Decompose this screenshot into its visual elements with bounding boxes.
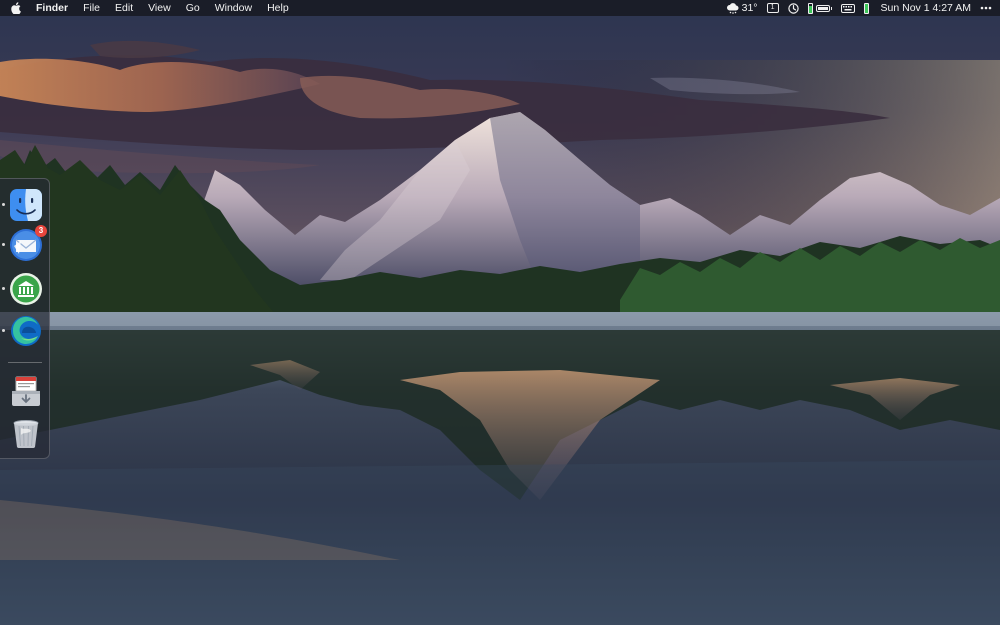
battery-status[interactable] bbox=[807, 0, 832, 16]
battery-vertical-icon bbox=[807, 2, 813, 14]
finder-icon bbox=[10, 189, 42, 221]
weather-temperature: 31° bbox=[741, 2, 758, 14]
menu-bar-status: 31° 1 Sun Nov 1 4:27 AM bbox=[717, 0, 992, 16]
running-indicator bbox=[2, 287, 5, 290]
dock-item-downloads[interactable] bbox=[9, 374, 43, 408]
dock-item-edge[interactable] bbox=[2, 314, 43, 348]
focus-status[interactable] bbox=[787, 0, 799, 16]
dock-item-bank[interactable] bbox=[2, 272, 43, 306]
apple-logo-icon[interactable] bbox=[10, 2, 21, 14]
battery-icon-1 bbox=[815, 4, 832, 12]
dock-item-trash[interactable] bbox=[9, 416, 43, 450]
cloud-snow-icon bbox=[726, 2, 739, 14]
menu-edit[interactable]: Edit bbox=[115, 0, 133, 16]
edge-icon bbox=[11, 316, 41, 346]
bank-icon bbox=[10, 273, 42, 305]
battery-green-icon bbox=[863, 2, 869, 14]
menu-app-name[interactable]: Finder bbox=[36, 0, 68, 16]
menu-bar: Finder File Edit View Go Window Help 31°… bbox=[0, 0, 1000, 16]
weather-status[interactable]: 31° bbox=[726, 0, 758, 16]
trash-icon bbox=[13, 420, 39, 449]
running-indicator bbox=[2, 203, 5, 206]
desktop[interactable]: Finder File Edit View Go Window Help 31°… bbox=[0, 0, 1000, 625]
ellipsis-icon[interactable] bbox=[980, 0, 992, 16]
menu-window[interactable]: Window bbox=[215, 0, 252, 16]
mail-badge: 3 bbox=[35, 225, 47, 237]
running-indicator bbox=[2, 329, 5, 332]
circle-status-icon bbox=[787, 2, 799, 14]
dock-item-mail[interactable]: 3 bbox=[2, 225, 47, 262]
menu-file[interactable]: File bbox=[83, 0, 100, 16]
dock: 3 bbox=[0, 178, 50, 459]
downloads-stack-icon bbox=[12, 376, 40, 406]
menu-clock[interactable]: Sun Nov 1 4:27 AM bbox=[881, 0, 971, 16]
input-badge: 1 bbox=[766, 3, 779, 13]
dock-item-finder[interactable] bbox=[2, 188, 43, 222]
running-indicator bbox=[2, 243, 5, 246]
desktop-wallpaper bbox=[0, 0, 1000, 625]
menu-bar-left: Finder File Edit View Go Window Help bbox=[10, 0, 717, 16]
keyboard-status[interactable] bbox=[840, 0, 855, 16]
dock-separator bbox=[8, 362, 42, 363]
input-menu[interactable]: 1 bbox=[766, 0, 779, 16]
menu-view[interactable]: View bbox=[148, 0, 171, 16]
battery-status-2[interactable] bbox=[863, 0, 872, 16]
keyboard-icon bbox=[840, 3, 855, 13]
menu-help[interactable]: Help bbox=[267, 0, 289, 16]
menu-go[interactable]: Go bbox=[186, 0, 200, 16]
